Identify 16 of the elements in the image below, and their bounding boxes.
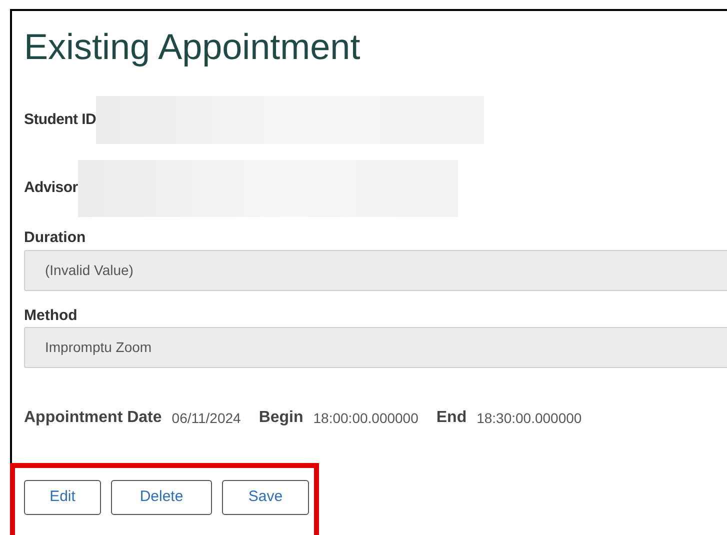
field-value: 18:00:00.000000 [313,408,418,428]
field-value: 06/11/2024 [172,408,241,428]
delete-button[interactable]: Delete [111,480,212,515]
field-label: Begin [258,408,304,428]
select-field[interactable]: (Invalid Value) [24,250,727,290]
field-label: Duration [24,228,86,248]
save-button[interactable]: Save [222,480,309,515]
field-value: 18:30:00.000000 [476,408,582,428]
page-title: Existing Appointment [24,27,360,67]
edit-button[interactable]: Edit [24,480,101,515]
select-field[interactable]: Impromptu Zoom [24,327,727,368]
field-label: Method [24,306,78,326]
field-label: Advisor [24,178,78,198]
field-label: Appointment Date [24,408,162,428]
field-label: End [436,408,467,428]
field-label: Student ID [24,110,96,130]
